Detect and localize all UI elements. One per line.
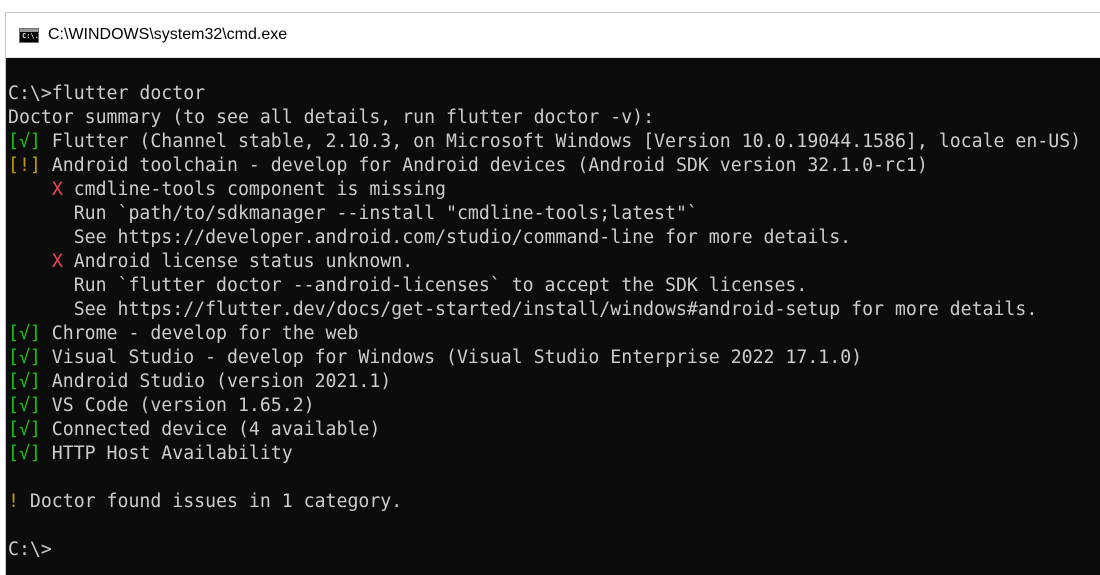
console-line: See https://developer.android.com/studio… (8, 226, 1100, 250)
console-line-text: HTTP Host Availability (40, 443, 293, 464)
console-line: C:\> (8, 538, 1100, 562)
console-line: Run `path/to/sdkmanager --install "cmdli… (8, 202, 1100, 226)
console-line-text: See https://flutter.dev/docs/get-started… (8, 299, 1038, 320)
console-line-text: See https://developer.android.com/studio… (8, 227, 852, 248)
status-marker-ok: [√] (8, 419, 41, 440)
console-line: C:\>flutter doctor (8, 82, 1100, 106)
status-marker-ok: [√] (8, 371, 41, 392)
console-line-text: VS Code (version 1.65.2) (40, 395, 315, 416)
status-marker-warn: ! (8, 491, 19, 512)
console-line-text: Chrome - develop for the web (40, 323, 359, 344)
title-bar[interactable]: C:\. C:\WINDOWS\system32\cmd.exe (6, 13, 1100, 58)
status-marker-ok: [√] (8, 347, 41, 368)
console-line-text: Run `path/to/sdkmanager --install "cmdli… (8, 203, 698, 224)
console-line: [√] VS Code (version 1.65.2) (8, 394, 1100, 418)
console-line-text: C:\> (8, 539, 52, 560)
console-line-text: Connected device (4 available) (40, 419, 381, 440)
console-line-text: Android license status unknown. (62, 251, 414, 272)
cmd-icon: C:\. (19, 27, 39, 43)
console-line-text: Visual Studio - develop for Windows (Vis… (40, 347, 863, 368)
console-line: [√] Flutter (Channel stable, 2.10.3, on … (8, 130, 1100, 154)
console-line: [√] Chrome - develop for the web (8, 322, 1100, 346)
console-line-indent (8, 251, 52, 272)
console-line: ! Doctor found issues in 1 category. (8, 490, 1100, 514)
status-marker-warn: [!] (8, 155, 41, 176)
console-line: X cmdline-tools component is missing (8, 178, 1100, 202)
console-line: See https://flutter.dev/docs/get-started… (8, 298, 1100, 322)
status-marker-ok: [√] (8, 395, 41, 416)
console-line-text: C:\>flutter doctor (8, 83, 206, 104)
status-marker-ok: [√] (8, 323, 41, 344)
console-line: [√] Visual Studio - develop for Windows … (8, 346, 1100, 370)
console-line: [√] Android Studio (version 2021.1) (8, 370, 1100, 394)
console-line-text: Doctor summary (to see all details, run … (8, 107, 655, 128)
status-marker-ok: [√] (8, 443, 41, 464)
console-line: [√] HTTP Host Availability (8, 442, 1100, 466)
console-line: Run `flutter doctor --android-licenses` … (8, 274, 1100, 298)
console-line-text: Doctor found issues in 1 category. (18, 491, 403, 512)
console-line-text: Flutter (Channel stable, 2.10.3, on Micr… (40, 131, 1082, 152)
status-marker-err: X (51, 179, 63, 200)
console-output[interactable]: C:\>flutter doctor Doctor summary (to see… (6, 58, 1100, 562)
console-line-text: cmdline-tools component is missing (62, 179, 447, 200)
window-title: C:\WINDOWS\system32\cmd.exe (48, 26, 288, 43)
console-line: [!] Android toolchain - develop for Andr… (8, 154, 1100, 178)
console-line-text: Android Studio (version 2021.1) (40, 371, 392, 392)
cmd-window: C:\. C:\WINDOWS\system32\cmd.exe C:\>flu… (5, 12, 1100, 575)
console-line-text: Run `flutter doctor --android-licenses` … (8, 275, 808, 296)
status-marker-ok: [√] (8, 131, 41, 152)
status-marker-err: X (51, 251, 63, 272)
console-line: Doctor summary (to see all details, run … (8, 106, 1100, 130)
console-line-text: Android toolchain - develop for Android … (40, 155, 928, 176)
console-line-indent (8, 179, 52, 200)
console-line: X Android license status unknown. (8, 250, 1100, 274)
console-line: [√] Connected device (4 available) (8, 418, 1100, 442)
